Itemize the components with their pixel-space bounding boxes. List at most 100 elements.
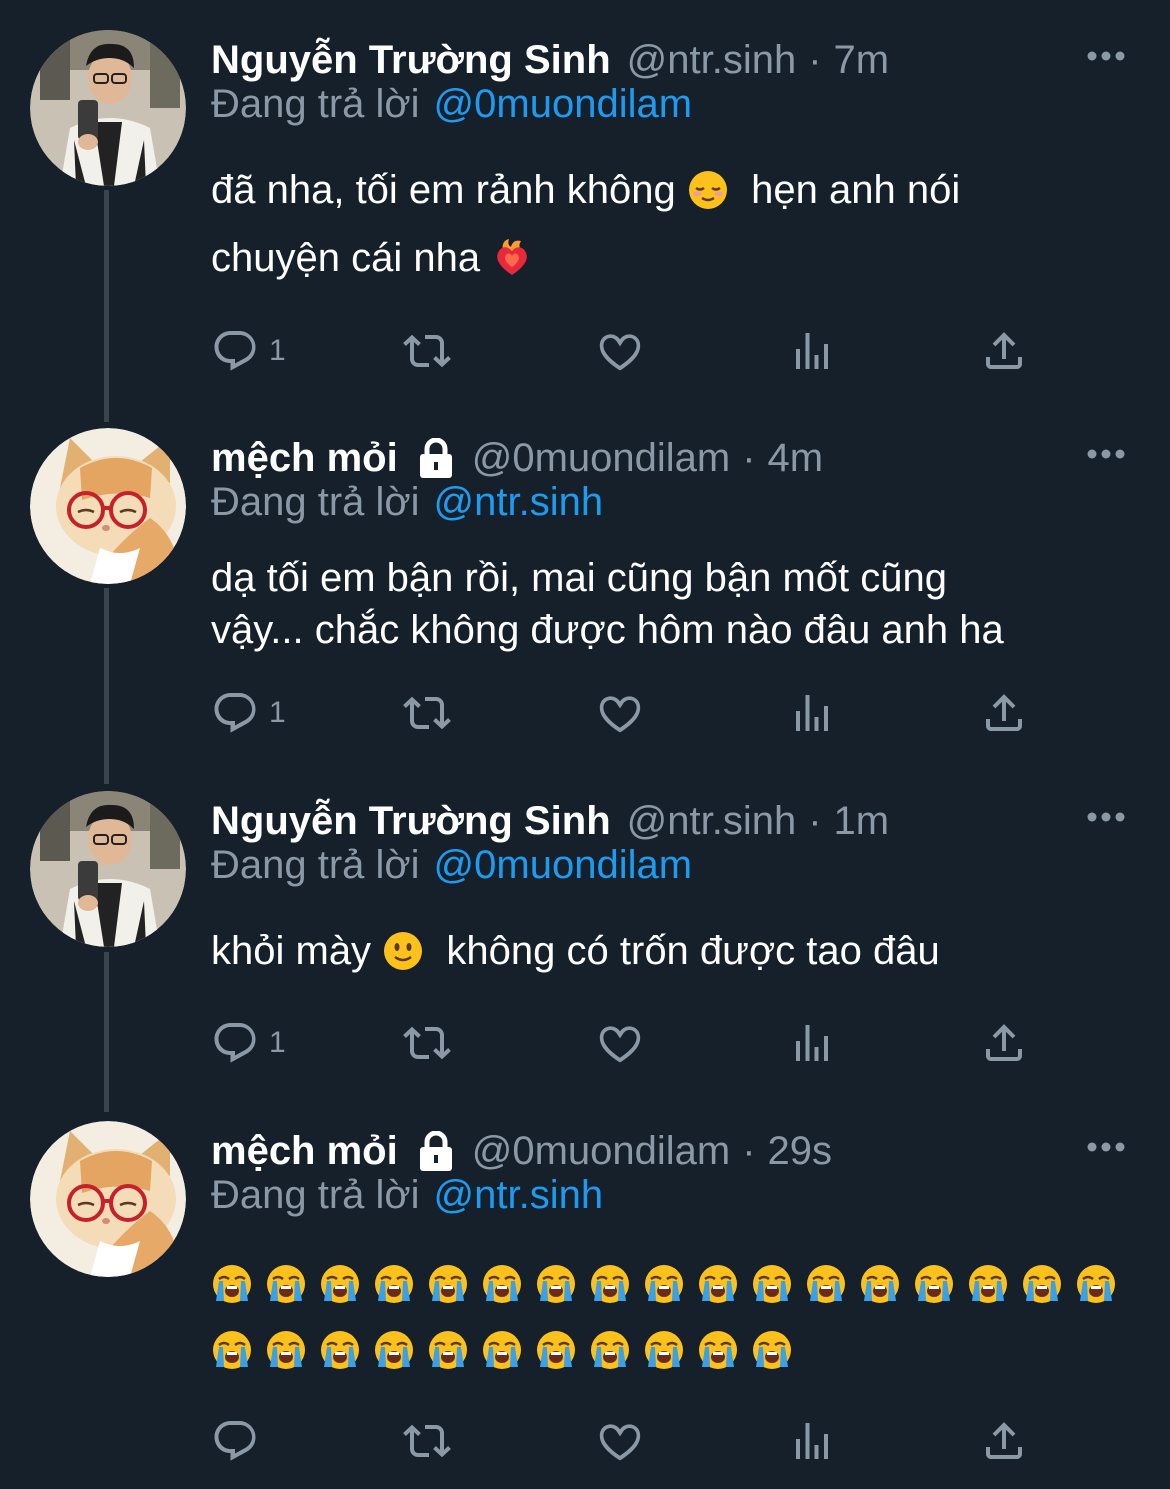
tweet[interactable]: mệch mỏi @0muondilam · 29s Đang trả lời @… [0,1121,1170,1481]
like-icon [596,689,644,737]
like-button[interactable] [596,327,644,375]
share-icon [980,327,1028,375]
separator: · [808,798,822,843]
reply-prefix: Đang trả lời [211,480,420,524]
share-button[interactable] [980,1417,1028,1465]
reply-prefix: Đang trả lời [211,843,420,887]
reply-button[interactable]: 1 [211,1019,286,1067]
reply-prefix: Đang trả lời [211,1173,420,1217]
tweet-header: mệch mỏi @0muondilam · 29s [211,1121,832,1181]
retweet-icon [403,1417,451,1465]
reply-to-handle[interactable]: @ntr.sinh [434,480,604,524]
loudly-crying-face-emoji [373,1263,415,1305]
slightly-smiling-face-emoji [382,930,424,972]
loudly-crying-face-emoji [1021,1263,1063,1305]
user-handle[interactable]: @0muondilam [472,436,731,481]
display-name[interactable]: Nguyễn Trường Sinh [211,38,611,83]
avatar[interactable] [30,791,186,947]
tweet-actions: 1 [211,689,1041,737]
views-button[interactable] [788,689,836,737]
retweet-button[interactable] [403,1417,451,1465]
user-handle[interactable]: @ntr.sinh [627,799,797,844]
like-button[interactable] [596,689,644,737]
loudly-crying-face-emoji [481,1263,523,1305]
reply-icon [211,1019,259,1067]
tweet[interactable]: mệch mỏi @0muondilam · 4m Đang trả lời @n… [0,428,1170,758]
loudly-crying-face-emoji [697,1263,739,1305]
timestamp[interactable]: 1m [834,799,890,844]
loudly-crying-face-emoji [913,1263,955,1305]
like-icon [596,327,644,375]
share-button[interactable] [980,327,1028,375]
reply-button[interactable]: 1 [211,327,286,375]
loudly-crying-face-emoji [697,1329,739,1371]
loudly-crying-face-emoji [265,1329,307,1371]
more-options-icon[interactable] [1086,811,1126,823]
retweet-button[interactable] [403,1019,451,1067]
like-button[interactable] [596,1019,644,1067]
retweet-icon [403,689,451,737]
loudly-crying-face-emoji [211,1329,253,1371]
tweet-actions: 1 [211,1019,1041,1067]
share-button[interactable] [980,1019,1028,1067]
loudly-crying-face-emoji [373,1329,415,1371]
display-name[interactable]: mệch mỏi [211,436,398,481]
relieved-face-emoji [687,169,729,211]
loudly-crying-face-emoji [535,1329,577,1371]
tweet-header: mệch mỏi @0muondilam · 4m [211,428,823,488]
reply-icon [211,1417,259,1465]
more-options-icon[interactable] [1086,448,1126,460]
display-name[interactable]: Nguyễn Trường Sinh [211,799,611,844]
share-icon [980,689,1028,737]
loudly-crying-face-emoji [211,1263,253,1305]
timestamp[interactable]: 29s [768,1129,833,1174]
protected-lock-icon [418,1131,454,1171]
reply-context: Đang trả lời @ntr.sinh [211,1173,603,1218]
tweet-header: Nguyễn Trường Sinh @ntr.sinh · 1m [211,791,889,851]
like-button[interactable] [596,1417,644,1465]
tweet[interactable]: Nguyễn Trường Sinh @ntr.sinh · 7m Đang t… [0,30,1170,390]
reply-context: Đang trả lời @ntr.sinh [211,480,603,525]
retweet-icon [403,327,451,375]
tweet-text-line: đã nha, tối em rảnh không [211,168,676,212]
tweet-text-line: không có trốn được tao đâu [446,929,940,973]
like-icon [596,1019,644,1067]
share-button[interactable] [980,689,1028,737]
retweet-icon [403,1019,451,1067]
protected-lock-icon [418,438,454,478]
tweet[interactable]: Nguyễn Trường Sinh @ntr.sinh · 1m Đang t… [0,791,1170,1091]
views-button[interactable] [788,1019,836,1067]
more-options-icon[interactable] [1086,1141,1126,1153]
share-icon [980,1417,1028,1465]
more-options-icon[interactable] [1086,50,1126,62]
retweet-button[interactable] [403,689,451,737]
reply-icon [211,327,259,375]
reply-to-handle[interactable]: @0muondilam [434,82,693,126]
views-button[interactable] [788,327,836,375]
avatar[interactable] [30,1121,186,1277]
reply-to-handle[interactable]: @ntr.sinh [434,1173,604,1217]
reply-context: Đang trả lời @0muondilam [211,843,692,888]
views-icon [788,1019,836,1067]
reply-button[interactable] [211,1417,269,1465]
reply-button[interactable]: 1 [211,689,286,737]
reply-count: 1 [269,696,286,729]
reply-to-handle[interactable]: @0muondilam [434,843,693,887]
reply-context: Đang trả lời @0muondilam [211,82,692,127]
retweet-button[interactable] [403,327,451,375]
tweet-header: Nguyễn Trường Sinh @ntr.sinh · 7m [211,30,889,90]
user-handle[interactable]: @ntr.sinh [627,38,797,83]
tweet-text: khỏi mày không có trốn được tao đâu [211,917,940,985]
loudly-crying-face-emoji [1075,1263,1117,1305]
timestamp[interactable]: 7m [834,38,890,83]
user-handle[interactable]: @0muondilam [472,1129,731,1174]
avatar[interactable] [30,428,186,584]
views-button[interactable] [788,1417,836,1465]
emoji-row [211,1329,805,1379]
loudly-crying-face-emoji [859,1263,901,1305]
loudly-crying-face-emoji [643,1329,685,1371]
avatar[interactable] [30,30,186,186]
display-name[interactable]: mệch mỏi [211,1129,398,1174]
loudly-crying-face-emoji [481,1329,523,1371]
timestamp[interactable]: 4m [768,436,824,481]
